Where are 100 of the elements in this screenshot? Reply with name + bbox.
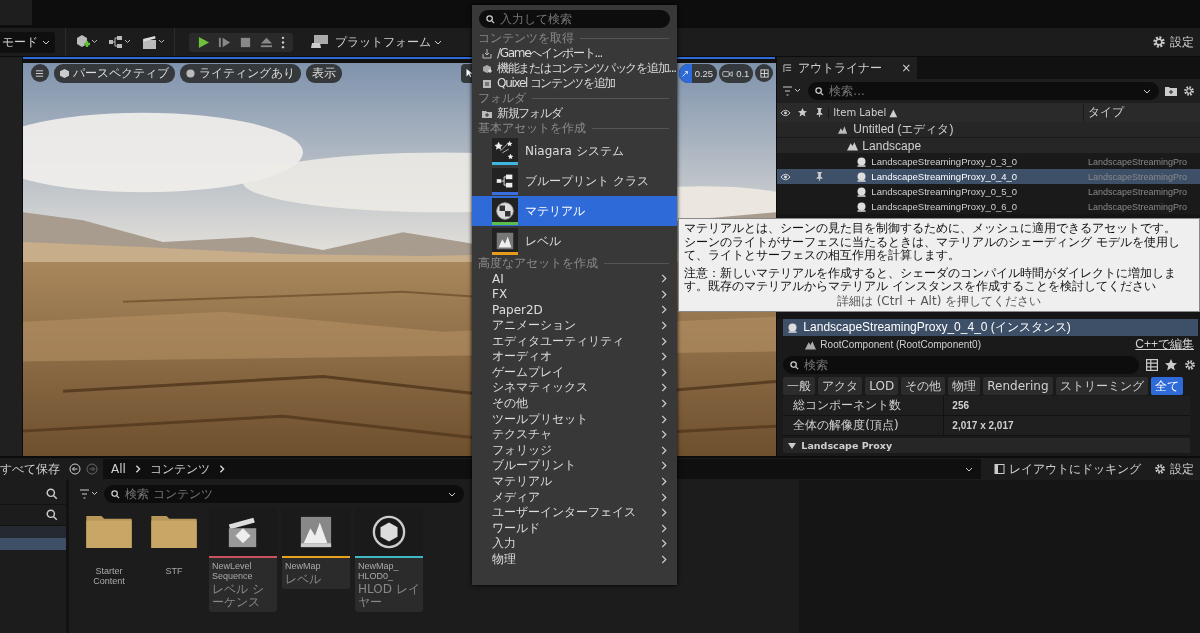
lighting-button[interactable]: ライティングあり <box>180 64 301 83</box>
menu-item[interactable]: 入力 <box>472 536 677 552</box>
search-field[interactable]: 検索 コンテンツ <box>104 485 464 503</box>
filter-tab[interactable]: その他 <box>901 377 946 395</box>
sphere-icon <box>186 69 195 78</box>
folder-icon[interactable] <box>86 514 132 548</box>
folder-icon[interactable] <box>151 514 197 548</box>
menu-item[interactable]: Niagara システム <box>472 136 677 166</box>
outliner-tab[interactable]: アウトライナー × <box>777 57 918 79</box>
outliner-row[interactable]: Landscape <box>777 138 1200 154</box>
platform-dropdown[interactable]: プラットフォーム <box>311 33 442 51</box>
outliner-row[interactable]: LandscapeStreamingProxy_0_3_0 LandscapeStreamingPro <box>777 154 1200 169</box>
actor-row[interactable]: LandscapeStreamingProxy_0_4_0 (インスタンス) <box>783 319 1198 336</box>
asset-tile[interactable]: NewMap_ HLOD0_ HLOD レイヤー <box>355 508 423 612</box>
menu-item[interactable]: Quixel コンテンツを追加 <box>472 76 677 91</box>
filter-tab[interactable]: アクタ <box>818 377 863 395</box>
menu-item[interactable]: Paper2D <box>472 302 677 318</box>
section-header[interactable]: Landscape Proxy <box>783 438 1190 453</box>
menu-item[interactable]: ワールド <box>472 520 677 537</box>
save-all-button[interactable]: すべて保存 <box>0 460 60 478</box>
mode-dropdown[interactable]: モード <box>0 31 55 53</box>
add-folder-icon[interactable] <box>1165 85 1177 97</box>
type-header[interactable]: タイプ <box>1083 104 1200 121</box>
search-field[interactable]: 検索... <box>808 82 1159 100</box>
breadcrumb-item[interactable]: All <box>111 462 126 476</box>
settings-icon[interactable] <box>1184 359 1196 371</box>
caret-icon[interactable] <box>448 491 456 497</box>
settings-icon[interactable] <box>1183 85 1195 97</box>
outliner-row[interactable]: Untitled (エディタ) <box>777 122 1200 138</box>
menu-item[interactable]: オーディオ <box>472 348 677 365</box>
menu-item[interactable]: /Gameへインポート... <box>472 46 677 61</box>
outliner-row[interactable]: LandscapeStreamingProxy_0_6_0 LandscapeStreamingPro <box>777 199 1200 214</box>
search-icon[interactable] <box>46 509 58 521</box>
star-icon[interactable] <box>1165 359 1177 371</box>
menu-item[interactable]: 新規フォルダ <box>472 106 677 121</box>
dropdown-icon[interactable] <box>965 466 973 472</box>
package-icon <box>482 63 492 74</box>
menu-item[interactable]: マテリアル <box>472 196 677 226</box>
blueprint-icon[interactable] <box>108 34 132 50</box>
camera-speed-button[interactable]: 0.1 <box>719 64 754 83</box>
menu-item[interactable]: フォリッジ <box>472 442 677 459</box>
asset-tile[interactable]: NewMap レベル <box>282 508 350 589</box>
filter-icon[interactable] <box>782 86 803 96</box>
outliner-row[interactable]: LandscapeStreamingProxy_0_4_0 LandscapeStreamingPro <box>777 169 1200 184</box>
menu-item[interactable]: ゲームプレイ <box>472 364 677 381</box>
menu-item[interactable]: エディタユーティリティ <box>472 333 677 349</box>
row-label: LandscapeStreamingProxy_0_6_0 <box>871 201 1018 212</box>
settings-button[interactable]: 設定 <box>1152 33 1194 51</box>
filter-tab[interactable]: LOD <box>865 377 899 395</box>
table-icon[interactable] <box>1146 359 1158 371</box>
filter-tab[interactable]: 一般 <box>783 377 816 395</box>
filter-tab[interactable]: Rendering <box>983 377 1053 395</box>
asset-tile[interactable]: NewLevel Sequence レベル シーケンス <box>209 508 277 612</box>
outliner-row[interactable]: LandscapeStreamingProxy_0_5_0 LandscapeStreamingPro <box>777 184 1200 199</box>
more-icon[interactable] <box>281 35 285 49</box>
filter-icon[interactable] <box>79 489 99 499</box>
menu-item[interactable]: FX <box>472 286 677 303</box>
menu-item[interactable]: レベル <box>472 226 677 256</box>
search-icon[interactable] <box>46 488 58 500</box>
dock-layout-button[interactable]: レイアウトにドッキング <box>994 460 1141 478</box>
menu-item[interactable]: その他 <box>472 395 677 412</box>
eject-icon[interactable] <box>260 35 273 49</box>
star-icon[interactable] <box>798 108 808 117</box>
search-field[interactable]: 入力して検索 <box>479 10 670 28</box>
pin-icon[interactable] <box>815 108 825 117</box>
menu-item[interactable]: シネマティックス <box>472 380 677 396</box>
pin-icon[interactable] <box>815 172 825 181</box>
menu-item[interactable]: ユーザーインターフェイス <box>472 504 677 521</box>
filter-tab[interactable]: 物理 <box>948 377 981 395</box>
filter-tab[interactable]: 全て <box>1150 377 1183 395</box>
view-mode-button[interactable]: パースペクティブ <box>54 64 175 83</box>
step-icon[interactable] <box>218 35 231 49</box>
back-icon[interactable] <box>69 463 81 475</box>
menu-item[interactable]: ブループリント クラス <box>472 166 677 196</box>
search-field[interactable]: 検索 <box>783 356 1139 374</box>
visibility-icon[interactable] <box>780 107 792 118</box>
menu-item[interactable]: アニメーション <box>472 317 677 334</box>
play-icon[interactable] <box>197 35 210 49</box>
filter-tab[interactable]: ストリーミング <box>1055 377 1148 395</box>
clapperboard-icon[interactable] <box>142 34 166 50</box>
menu-item[interactable]: 物理 <box>472 551 677 568</box>
caret-icon[interactable] <box>1143 88 1151 94</box>
settings-button[interactable]: 設定 <box>1154 460 1194 478</box>
menu-item[interactable]: メディア <box>472 489 677 505</box>
row-label: LandscapeStreamingProxy_0_4_0 <box>871 171 1018 182</box>
stop-icon[interactable] <box>239 35 252 49</box>
add-actor-icon[interactable] <box>74 34 98 50</box>
visibility-icon[interactable] <box>780 171 792 182</box>
menu-item[interactable]: テクスチャ <box>472 426 677 443</box>
breadcrumb-item[interactable]: コンテンツ <box>149 460 210 478</box>
item-label-header[interactable]: Item Label ▲ <box>828 107 1083 118</box>
menu-section-title: 基本アセットを作成 <box>478 120 586 137</box>
menu-item[interactable]: ブループリント <box>472 458 677 474</box>
edit-link[interactable]: C++で編集 <box>1135 336 1194 353</box>
menu-item[interactable]: AI <box>472 271 677 287</box>
menu-item[interactable]: 機能またはコンテンツパックを追加... <box>472 61 677 76</box>
row-type: LandscapeStreamingPro <box>1088 201 1188 212</box>
menu-item[interactable]: ツールプリセット <box>472 411 677 427</box>
close-button[interactable]: × <box>901 61 912 75</box>
menu-item[interactable]: マテリアル <box>472 473 677 490</box>
